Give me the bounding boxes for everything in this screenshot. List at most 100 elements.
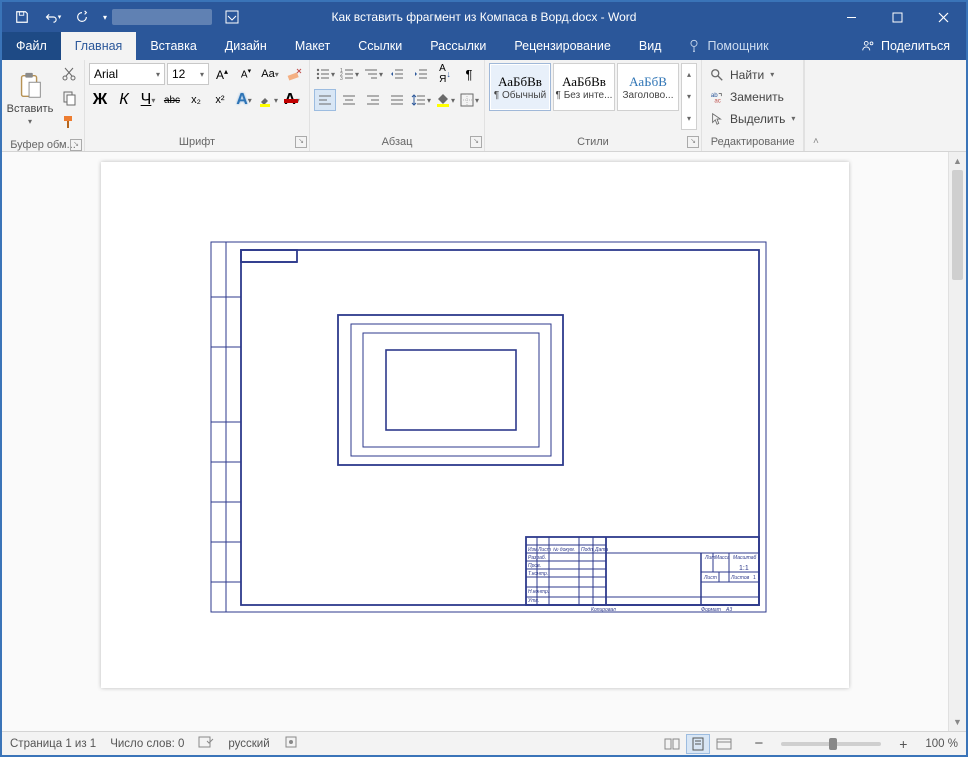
dialog-launcher-icon[interactable]: ↘ xyxy=(70,139,82,151)
paste-label: Вставить xyxy=(7,103,54,115)
status-words[interactable]: Число слов: 0 xyxy=(110,738,184,750)
select-button[interactable]: Выделить▾ xyxy=(706,108,799,130)
save-button[interactable] xyxy=(8,5,36,29)
paste-button[interactable]: Вставить ▾ xyxy=(6,63,54,133)
scroll-up-icon[interactable]: ▲ xyxy=(949,152,966,170)
tab-view[interactable]: Вид xyxy=(625,32,676,60)
tell-me-search[interactable]: Помощник xyxy=(675,32,780,60)
svg-text:1: 1 xyxy=(753,575,756,581)
format-painter-button[interactable] xyxy=(58,111,80,133)
subscript-button[interactable]: x₂ xyxy=(185,89,207,111)
underline-button[interactable]: Ч▾ xyxy=(137,89,159,111)
tell-me-label: Помощник xyxy=(707,39,768,53)
svg-text:Подп.: Подп. xyxy=(581,547,594,553)
align-center-button[interactable] xyxy=(338,89,360,111)
vertical-scrollbar[interactable]: ▲ ▼ xyxy=(948,152,966,731)
spellcheck-icon[interactable] xyxy=(198,735,214,752)
style-tile-0[interactable]: АаБбВв¶ Обычный xyxy=(489,63,551,111)
change-case-button[interactable]: Aa▾ xyxy=(259,63,281,85)
style-sample: АаБбВв xyxy=(562,74,606,90)
find-button[interactable]: Найти▾ xyxy=(706,64,799,86)
zoom-percent[interactable]: 100 % xyxy=(925,738,958,750)
group-label-clipboard: Буфер обм... xyxy=(10,139,76,151)
tab-design[interactable]: Дизайн xyxy=(211,32,281,60)
svg-text:A3: A3 xyxy=(725,607,732,613)
line-spacing-button[interactable]: ▾ xyxy=(410,89,432,111)
maximize-button[interactable] xyxy=(874,2,920,32)
status-language[interactable]: русский xyxy=(228,738,269,750)
svg-text:Разраб.: Разраб. xyxy=(528,555,546,561)
macro-record-icon[interactable] xyxy=(284,735,298,752)
svg-text:Масштаб: Масштаб xyxy=(733,555,757,561)
document-viewport[interactable]: Лит Масса Масштаб 1:1 Лист Листов 1 № до… xyxy=(2,152,948,731)
shading-button[interactable]: ▾ xyxy=(434,89,456,111)
scroll-thumb[interactable] xyxy=(952,170,963,280)
redo-button[interactable] xyxy=(68,5,96,29)
style-tile-1[interactable]: АаБбВв¶ Без инте... xyxy=(553,63,615,111)
svg-text:1:1: 1:1 xyxy=(739,565,749,572)
tab-home[interactable]: Главная xyxy=(61,32,137,60)
svg-text:Лит: Лит xyxy=(704,555,715,561)
font-color-button[interactable]: A▾ xyxy=(281,89,303,111)
close-button[interactable] xyxy=(920,2,966,32)
justify-button[interactable] xyxy=(386,89,408,111)
tab-review[interactable]: Рецензирование xyxy=(500,32,625,60)
qat-customize-button[interactable]: ▾ xyxy=(98,5,112,29)
text-effects-button[interactable]: A▾ xyxy=(233,89,255,111)
superscript-button[interactable]: x² xyxy=(209,89,231,111)
minimize-button[interactable] xyxy=(828,2,874,32)
highlight-button[interactable]: ▾ xyxy=(257,89,279,111)
show-marks-button[interactable]: ¶ xyxy=(458,63,480,85)
dialog-launcher-icon[interactable]: ↘ xyxy=(470,136,482,148)
svg-text:Лист: Лист xyxy=(537,547,551,553)
increase-indent-button[interactable] xyxy=(410,63,432,85)
group-paragraph: ▾ 123▾ ▾ AЯ↓ ¶ ▾ ▾ ▾ Абзац↘ xyxy=(310,60,485,151)
zoom-in-button[interactable]: + xyxy=(895,736,911,752)
italic-button[interactable]: К xyxy=(113,89,135,111)
collapse-ribbon-button[interactable]: ˄ xyxy=(804,60,826,151)
dialog-launcher-icon[interactable]: ↘ xyxy=(687,136,699,148)
numbering-button[interactable]: 123▾ xyxy=(338,63,360,85)
undo-button[interactable]: ▾ xyxy=(38,5,66,29)
font-size-combo[interactable]: 12▾ xyxy=(167,63,209,85)
ribbon-options-button[interactable] xyxy=(218,5,246,29)
tab-layout[interactable]: Макет xyxy=(281,32,344,60)
grow-font-button[interactable]: A▴ xyxy=(211,63,233,85)
web-layout-button[interactable] xyxy=(712,734,736,754)
align-right-button[interactable] xyxy=(362,89,384,111)
borders-button[interactable]: ▾ xyxy=(458,89,480,111)
scroll-down-icon[interactable]: ▼ xyxy=(949,713,966,731)
decrease-indent-button[interactable] xyxy=(386,63,408,85)
tab-file[interactable]: Файл xyxy=(2,32,61,60)
dialog-launcher-icon[interactable]: ↘ xyxy=(295,136,307,148)
chevron-down-icon: ▾ xyxy=(28,117,32,126)
bold-button[interactable]: Ж xyxy=(89,89,111,111)
tab-insert[interactable]: Вставка xyxy=(136,32,210,60)
tab-mailings[interactable]: Рассылки xyxy=(416,32,500,60)
shrink-font-button[interactable]: A▾ xyxy=(235,63,257,85)
group-font: Arial▾ 12▾ A▴ A▾ Aa▾ Ж К Ч▾ abc x₂ x² A▾… xyxy=(85,60,310,151)
multilevel-list-button[interactable]: ▾ xyxy=(362,63,384,85)
cut-button[interactable] xyxy=(58,63,80,85)
tab-references[interactable]: Ссылки xyxy=(344,32,416,60)
styles-more-button[interactable]: ▴▾▾ xyxy=(681,63,697,130)
clear-formatting-button[interactable] xyxy=(283,63,305,85)
bullets-button[interactable]: ▾ xyxy=(314,63,336,85)
replace-button[interactable]: abacЗаменить xyxy=(706,86,799,108)
svg-text:Пров.: Пров. xyxy=(528,563,541,569)
style-sample: АаБбВв xyxy=(498,74,542,90)
copy-button[interactable] xyxy=(58,87,80,109)
align-left-button[interactable] xyxy=(314,89,336,111)
status-page[interactable]: Страница 1 из 1 xyxy=(10,738,96,750)
font-name-combo[interactable]: Arial▾ xyxy=(89,63,165,85)
account-placeholder[interactable] xyxy=(112,9,212,25)
read-mode-button[interactable] xyxy=(660,734,684,754)
zoom-slider-handle[interactable] xyxy=(829,738,837,750)
style-tile-2[interactable]: АаБбВЗаголово... xyxy=(617,63,679,111)
share-button[interactable]: Поделиться xyxy=(845,32,966,60)
sort-button[interactable]: AЯ↓ xyxy=(434,63,456,85)
print-layout-button[interactable] xyxy=(686,734,710,754)
zoom-slider[interactable] xyxy=(781,742,881,746)
zoom-out-button[interactable]: − xyxy=(750,735,767,752)
strikethrough-button[interactable]: abc xyxy=(161,89,183,111)
